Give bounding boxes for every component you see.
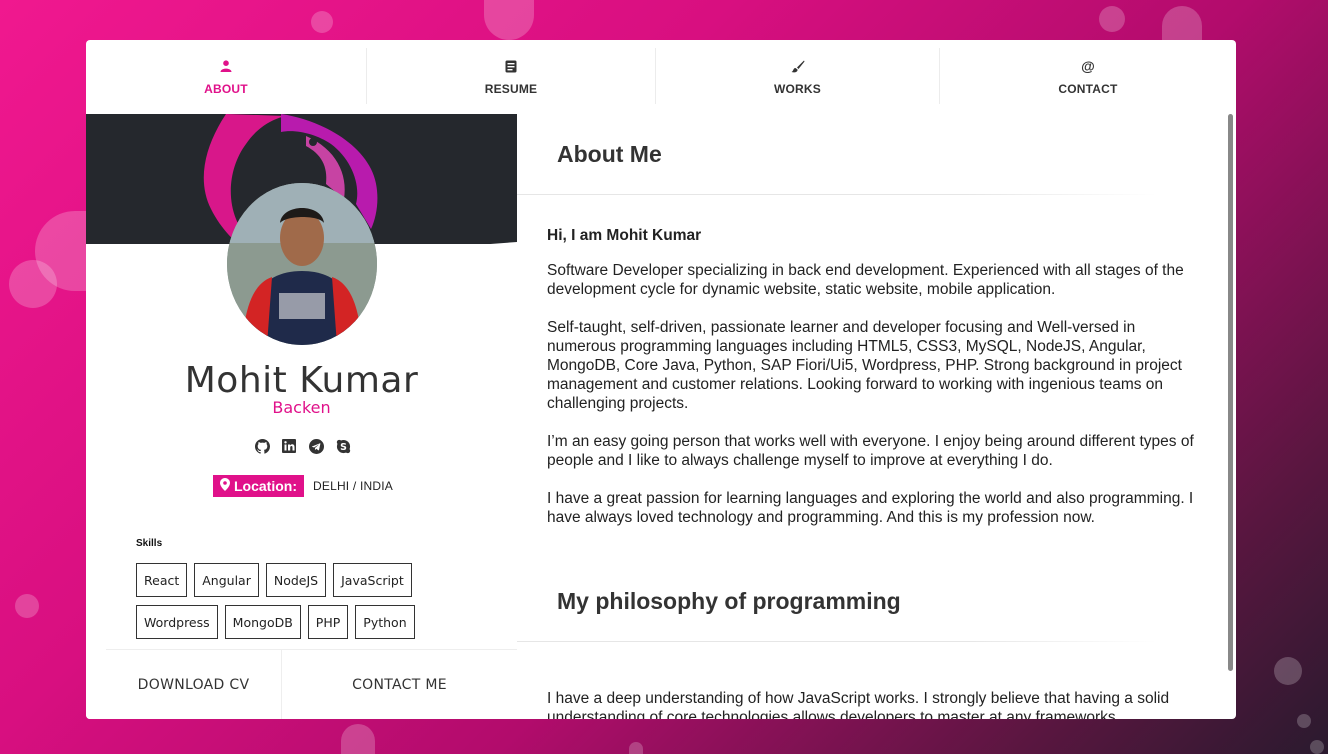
profile-sidebar: Mohit Kumar Backen S Location: DELHI / I…: [86, 114, 517, 719]
bg-bubble: [341, 724, 375, 754]
skills-row: Wordpress MongoDB PHP Python: [136, 605, 436, 639]
location-value: DELHI / INDIA: [313, 479, 393, 493]
bg-bubble: [484, 0, 534, 40]
tab-resume-label: RESUME: [484, 82, 538, 96]
map-pin-icon: [220, 478, 230, 494]
section-divider: [517, 194, 1157, 195]
document-icon: [505, 58, 517, 74]
about-paragraph: I’m an easy going person that works well…: [547, 433, 1194, 469]
philosophy-title: My philosophy of programming: [557, 588, 901, 614]
skills-row: React Angular NodeJS JavaScript: [136, 563, 436, 597]
about-content: About Me Hi, I am Mohit Kumar Software D…: [517, 114, 1236, 719]
tab-contact[interactable]: @ CONTACT: [940, 40, 1236, 114]
location-badge: Location:: [213, 475, 304, 497]
avatar: [227, 183, 377, 345]
at-icon: @: [1081, 58, 1095, 74]
tab-about[interactable]: ABOUT: [86, 40, 366, 114]
location-row: Location: DELHI / INDIA: [213, 475, 393, 497]
section-divider: [517, 641, 1157, 642]
skills-list: React Angular NodeJS JavaScript Wordpres…: [136, 563, 436, 647]
about-paragraph: Software Developer specializing in back …: [547, 262, 1184, 298]
contact-me-button[interactable]: CONTACT ME: [282, 650, 517, 719]
skill-tag: React: [136, 563, 188, 597]
linkedin-icon[interactable]: [281, 438, 297, 454]
svg-text:S: S: [340, 441, 347, 452]
profile-role: Backen: [272, 398, 331, 417]
telegram-icon[interactable]: [308, 438, 324, 454]
brush-icon: [791, 58, 805, 74]
top-nav: ABOUT RESUME WORKS @ CONTACT: [86, 40, 1236, 114]
profile-card: ABOUT RESUME WORKS @ CONTACT Mohit Kumar…: [86, 40, 1236, 719]
profile-name: Mohit Kumar: [184, 360, 419, 401]
skill-tag: JavaScript: [333, 563, 412, 597]
bg-bubble: [1274, 657, 1302, 685]
skype-icon[interactable]: S: [335, 438, 351, 454]
bg-bubble: [1099, 6, 1125, 32]
skill-tag: PHP: [307, 605, 349, 639]
tab-contact-label: CONTACT: [1058, 82, 1118, 96]
skill-tag: Python: [355, 605, 415, 639]
content-scrollbar[interactable]: [1228, 114, 1233, 671]
skill-tag: NodeJS: [265, 563, 327, 597]
tab-works[interactable]: WORKS: [656, 40, 939, 114]
bg-bubble: [1310, 740, 1324, 754]
philosophy-paragraph: I have a deep understanding of how JavaS…: [547, 690, 1170, 719]
about-paragraph: I have a great passion for learning lang…: [547, 490, 1194, 526]
skills-title: Skills: [136, 538, 163, 549]
bg-bubble: [15, 594, 39, 618]
bg-bubble: [311, 11, 333, 33]
tab-works-label: WORKS: [774, 82, 821, 96]
github-icon[interactable]: [254, 438, 270, 454]
bg-bubble: [1162, 6, 1202, 40]
tab-about-label: ABOUT: [204, 82, 248, 96]
bg-bubble: [9, 260, 57, 308]
skill-tag: Wordpress: [136, 605, 218, 639]
profile-actions: DOWNLOAD CV CONTACT ME: [106, 649, 517, 719]
social-links: S: [254, 438, 351, 454]
location-label: Location:: [234, 478, 297, 494]
person-icon: [220, 58, 232, 74]
bg-bubble: [629, 742, 643, 754]
about-paragraph: Self-taught, self-driven, passionate lea…: [547, 319, 1182, 412]
skill-tag: MongoDB: [224, 605, 301, 639]
about-title: About Me: [557, 141, 662, 167]
about-greeting: Hi, I am Mohit Kumar: [547, 227, 702, 244]
tab-resume[interactable]: RESUME: [367, 40, 655, 114]
skill-tag: Angular: [194, 563, 259, 597]
bg-bubble: [1297, 714, 1311, 728]
download-cv-button[interactable]: DOWNLOAD CV: [106, 650, 281, 719]
